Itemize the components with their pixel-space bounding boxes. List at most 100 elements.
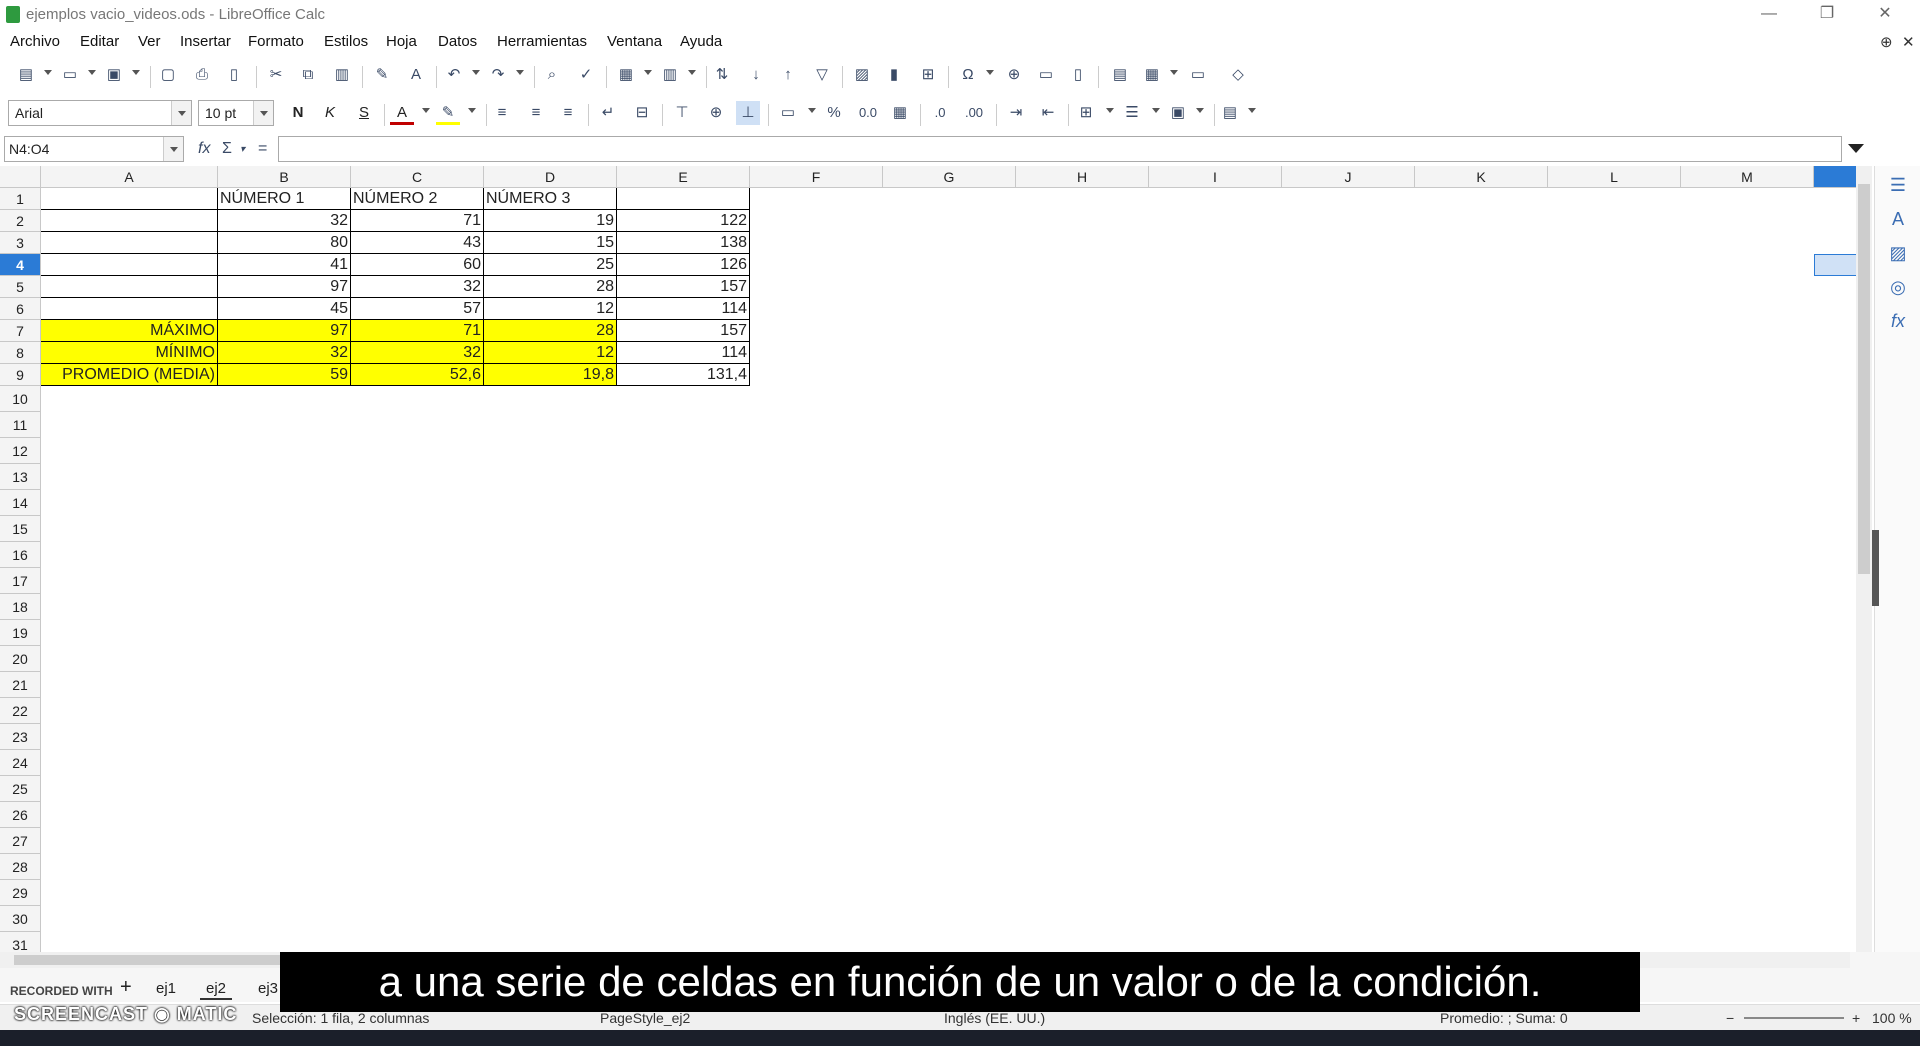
split-window-icon[interactable]: ▭: [1186, 63, 1210, 87]
export-pdf-icon[interactable]: ▢: [156, 63, 180, 87]
cell-a1[interactable]: [41, 188, 218, 210]
cell-a9[interactable]: PROMEDIO (MEDIA): [41, 364, 218, 386]
sort-ascending-icon[interactable]: ↓: [744, 63, 768, 87]
row-header-15[interactable]: 15: [0, 516, 41, 542]
row-header-10[interactable]: 10: [0, 386, 41, 412]
insert-chart-icon[interactable]: ▮: [882, 63, 906, 87]
row-header-5[interactable]: 5: [0, 276, 41, 298]
cell-c9[interactable]: 52,6: [351, 364, 484, 386]
merge-center-icon[interactable]: ⊟: [630, 101, 654, 125]
font-color-icon[interactable]: A: [390, 101, 414, 125]
row-header-14[interactable]: 14: [0, 490, 41, 516]
special-character-dropdown-icon[interactable]: [986, 70, 994, 75]
minimize-button[interactable]: —: [1740, 0, 1798, 30]
vertical-scrollbar-thumb[interactable]: [1858, 184, 1870, 574]
number-format-icon[interactable]: 0.0: [856, 101, 880, 125]
cell-c2[interactable]: 71: [351, 210, 484, 232]
maximize-button[interactable]: ❐: [1798, 0, 1856, 30]
save-dropdown-icon[interactable]: [132, 70, 140, 75]
clone-formatting-icon[interactable]: ✎: [370, 63, 394, 87]
column-header-b[interactable]: B: [218, 166, 351, 188]
sheet-tab-ej1[interactable]: ej1: [150, 978, 182, 1000]
column-header-h[interactable]: H: [1016, 166, 1149, 188]
cell-e3[interactable]: 138: [617, 232, 750, 254]
cell-d2[interactable]: 19: [484, 210, 617, 232]
row-header-13[interactable]: 13: [0, 464, 41, 490]
highlight-color-icon[interactable]: ✎: [436, 101, 460, 125]
menu-ver[interactable]: Ver: [138, 33, 161, 50]
font-name-dropdown-icon[interactable]: [171, 101, 191, 125]
date-format-icon[interactable]: ▦: [888, 101, 912, 125]
styles-icon[interactable]: A: [1885, 206, 1911, 232]
conditional-format-icon[interactable]: ▤: [1218, 101, 1242, 125]
row-header-27[interactable]: 27: [0, 828, 41, 854]
column-dropdown-icon[interactable]: [688, 70, 696, 75]
print-preview-icon[interactable]: ▯: [222, 63, 246, 87]
cell-c7[interactable]: 71: [351, 320, 484, 342]
borders-icon[interactable]: ⊞: [1074, 101, 1098, 125]
row-header-28[interactable]: 28: [0, 854, 41, 880]
cell-a8[interactable]: MÍNIMO: [41, 342, 218, 364]
column-header-k[interactable]: K: [1415, 166, 1548, 188]
select-all-corner[interactable]: [0, 166, 41, 188]
row-header-19[interactable]: 19: [0, 620, 41, 646]
cell-a2[interactable]: [41, 210, 218, 232]
cell-b6[interactable]: 45: [218, 298, 351, 320]
row-header-29[interactable]: 29: [0, 880, 41, 906]
cell-d3[interactable]: 15: [484, 232, 617, 254]
cell-a5[interactable]: [41, 276, 218, 298]
row-header-23[interactable]: 23: [0, 724, 41, 750]
spreadsheet-grid[interactable]: A B C D E F G H I J K L M 1 2 3 4 5 6 7 8 9 10 11 12 13 14 15 16 17 18…: [0, 166, 1860, 952]
close-document-icon[interactable]: ✕: [1902, 33, 1915, 51]
menu-ayuda[interactable]: Ayuda: [680, 33, 722, 50]
row-header-3[interactable]: 3: [0, 232, 41, 254]
cell-d9[interactable]: 19,8: [484, 364, 617, 386]
row-dropdown-icon[interactable]: [644, 70, 652, 75]
column-header-e[interactable]: E: [617, 166, 750, 188]
cell-e8[interactable]: 114: [617, 342, 750, 364]
menu-formato[interactable]: Formato: [248, 33, 304, 50]
column-header-a[interactable]: A: [41, 166, 218, 188]
status-sum[interactable]: Promedio: ; Suma: 0: [1440, 1010, 1568, 1026]
align-top-icon[interactable]: ⊤: [670, 101, 694, 125]
cell-e5[interactable]: 157: [617, 276, 750, 298]
cell-e1[interactable]: [617, 188, 750, 210]
zoom-out-icon[interactable]: −: [1726, 1010, 1734, 1026]
align-center-icon[interactable]: ≡: [524, 101, 548, 125]
redo-icon[interactable]: ↷: [486, 63, 510, 87]
menu-insertar[interactable]: Insertar: [180, 33, 231, 50]
cell-e4[interactable]: 126: [617, 254, 750, 276]
cell-c4[interactable]: 60: [351, 254, 484, 276]
row-header-6[interactable]: 6: [0, 298, 41, 320]
open-folder-icon[interactable]: ▭: [58, 63, 82, 87]
sort-icon[interactable]: ⇅: [710, 63, 734, 87]
row-header-30[interactable]: 30: [0, 906, 41, 932]
row-header-11[interactable]: 11: [0, 412, 41, 438]
row-header-12[interactable]: 12: [0, 438, 41, 464]
special-character-icon[interactable]: Ω: [956, 63, 980, 87]
cell-e7[interactable]: 157: [617, 320, 750, 342]
new-dropdown-icon[interactable]: [44, 70, 52, 75]
zoom-in-icon[interactable]: +: [1852, 1010, 1860, 1026]
add-decimal-icon[interactable]: .0: [928, 101, 952, 125]
cell-a4[interactable]: [41, 254, 218, 276]
functions-icon[interactable]: fx: [1885, 308, 1911, 334]
navigator-icon[interactable]: ◎: [1885, 274, 1911, 300]
open-dropdown-icon[interactable]: [88, 70, 96, 75]
row-header-4[interactable]: 4: [0, 254, 41, 276]
highlight-color-dropdown-icon[interactable]: [468, 108, 476, 113]
cell-d8[interactable]: 12: [484, 342, 617, 364]
cell-d6[interactable]: 12: [484, 298, 617, 320]
cell-d4[interactable]: 25: [484, 254, 617, 276]
pivot-table-icon[interactable]: ⊞: [916, 63, 940, 87]
cell-c1[interactable]: NÚMERO 2: [351, 188, 484, 210]
cell-a6[interactable]: [41, 298, 218, 320]
row-header-7[interactable]: 7: [0, 320, 41, 342]
row-header-25[interactable]: 25: [0, 776, 41, 802]
define-print-area-icon[interactable]: ▤: [1108, 63, 1132, 87]
cell-c5[interactable]: 32: [351, 276, 484, 298]
zoom-level[interactable]: 100 %: [1872, 1010, 1912, 1026]
name-box-dropdown-icon[interactable]: [163, 137, 183, 161]
cell-b9[interactable]: 59: [218, 364, 351, 386]
clear-formatting-icon[interactable]: A: [404, 63, 428, 87]
